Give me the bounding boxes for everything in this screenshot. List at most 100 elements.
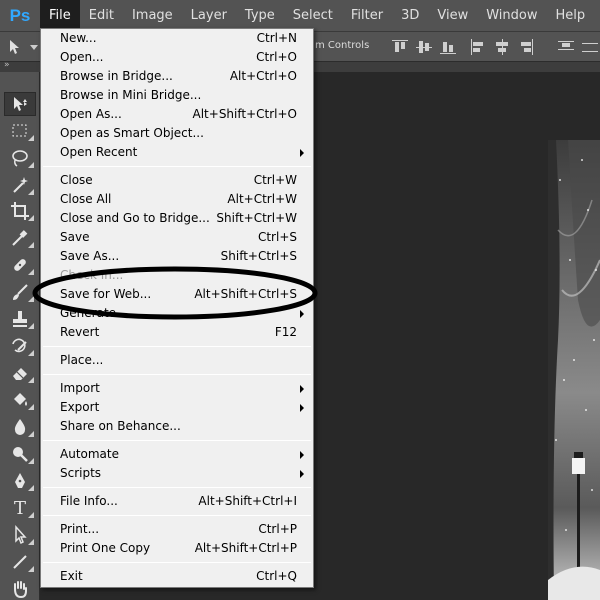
submenu-arrow-icon [300, 470, 304, 478]
menu-file[interactable]: File [40, 0, 80, 32]
submenu-arrow-icon [300, 404, 304, 412]
menu-item-print[interactable]: Print... Ctrl+P [41, 520, 313, 539]
menu-item-browse-in-mini-bridge[interactable]: Browse in Mini Bridge... [41, 86, 313, 105]
menu-window[interactable]: Window [477, 0, 546, 32]
move-tool-icon [10, 40, 19, 54]
history-brush-tool[interactable] [4, 334, 36, 358]
dodge-tool[interactable] [4, 442, 36, 466]
menu-item-label: Print... [60, 522, 100, 536]
pen-tool[interactable] [4, 469, 36, 493]
menu-item-shortcut: Alt+Shift+Ctrl+P [194, 541, 297, 555]
blur-tool[interactable] [4, 415, 36, 439]
menu-item-close[interactable]: Close Ctrl+W [41, 171, 313, 190]
menu-item-close-and-go-to-bridge[interactable]: Close and Go to Bridge... Shift+Ctrl+W [41, 209, 313, 228]
tool-preset-picker[interactable] [6, 37, 38, 57]
clone-stamp-tool[interactable] [4, 307, 36, 331]
menu-item-label: Save As... [60, 249, 120, 263]
menu-filter[interactable]: Filter [342, 0, 392, 32]
menu-item-open[interactable]: Open... Ctrl+O [41, 48, 313, 67]
distribute-vcenter-icon[interactable] [582, 39, 598, 55]
menu-item-open-as-smart-object[interactable]: Open as Smart Object... [41, 124, 313, 143]
menu-item-label: Place... [60, 353, 104, 367]
align-horizontal-center-icon[interactable] [494, 39, 510, 55]
menu-item-label: Print One Copy [60, 541, 151, 555]
brush-tool[interactable] [4, 280, 36, 304]
menu-item-generate[interactable]: Generate [41, 304, 313, 323]
align-left-icon[interactable] [470, 39, 486, 55]
show-transform-controls-label[interactable]: m Controls [315, 40, 369, 51]
menu-item-label: Import [60, 381, 100, 395]
menu-item-label: Automate [60, 447, 119, 461]
lasso-tool[interactable] [4, 146, 36, 170]
menu-item-revert[interactable]: Revert F12 [41, 323, 313, 342]
crop-tool[interactable] [4, 199, 36, 223]
menu-item-import[interactable]: Import [41, 379, 313, 398]
menu-select[interactable]: Select [284, 0, 342, 32]
type-icon: T [13, 497, 26, 519]
menu-item-print-one-copy[interactable]: Print One Copy Alt+Shift+Ctrl+P [41, 539, 313, 558]
move-tool-icon [14, 97, 27, 111]
bandage-icon [14, 259, 26, 271]
menu-item-label: Export [60, 400, 100, 414]
marquee-tool[interactable] [4, 119, 36, 143]
paint-bucket-tool[interactable] [4, 388, 36, 412]
magic-wand-icon [13, 177, 28, 193]
menu-separator [43, 346, 311, 347]
line-tool[interactable] [4, 550, 36, 574]
menu-item-new[interactable]: New... Ctrl+N [41, 29, 313, 48]
move-tool[interactable] [4, 92, 36, 116]
healing-brush-tool[interactable] [4, 253, 36, 277]
menu-item-shortcut: Ctrl+W [253, 173, 297, 187]
lasso-icon [12, 150, 28, 167]
type-tool[interactable]: T [4, 496, 36, 520]
align-bottom-icon[interactable] [440, 39, 456, 55]
menu-item-check-in: Check In... [41, 266, 313, 285]
menu-item-save-for-web[interactable]: Save for Web... Alt+Shift+Ctrl+S [41, 285, 313, 304]
menu-item-shortcut: Alt+Shift+Ctrl+I [198, 494, 297, 508]
menu-separator [43, 515, 311, 516]
hand-icon [14, 581, 27, 599]
paint-bucket-icon [14, 393, 27, 406]
menu-item-file-info[interactable]: File Info... Alt+Shift+Ctrl+I [41, 492, 313, 511]
menu-item-label: Scripts [60, 466, 102, 480]
distribute-top-icon[interactable] [558, 39, 574, 55]
chevron-down-icon [30, 45, 38, 50]
menu-item-label: Open Recent [60, 145, 138, 159]
align-vertical-center-icon[interactable] [416, 39, 432, 55]
menu-item-close-all[interactable]: Close All Alt+Ctrl+W [41, 190, 313, 209]
menu-item-open-recent[interactable]: Open Recent [41, 143, 313, 162]
eyedropper-icon [12, 230, 28, 246]
menu-item-open-as[interactable]: Open As... Alt+Shift+Ctrl+O [41, 105, 313, 124]
stamp-icon [13, 311, 27, 327]
menu-item-label: Open... [60, 50, 104, 64]
menu-item-place[interactable]: Place... [41, 351, 313, 370]
menu-item-shortcut: Ctrl+P [258, 522, 297, 536]
align-top-icon[interactable] [392, 39, 408, 55]
menu-item-label: Generate [60, 306, 117, 320]
menu-edit[interactable]: Edit [80, 0, 123, 32]
menu-item-scripts[interactable]: Scripts [41, 464, 313, 483]
menu-item-exit[interactable]: Exit Ctrl+Q [41, 567, 313, 586]
menu-view[interactable]: View [428, 0, 477, 32]
menu-item-save[interactable]: Save Ctrl+S [41, 228, 313, 247]
menu-separator [43, 166, 311, 167]
eyedropper-tool[interactable] [4, 226, 36, 250]
document-image [548, 140, 600, 600]
magic-wand-tool[interactable] [4, 173, 36, 197]
collapse-panel-icon[interactable]: » [4, 60, 10, 70]
hand-tool[interactable] [4, 577, 36, 600]
menu-item-automate[interactable]: Automate [41, 445, 313, 464]
menu-item-save-as[interactable]: Save As... Shift+Ctrl+S [41, 247, 313, 266]
align-right-icon[interactable] [518, 39, 534, 55]
menu-image[interactable]: Image [123, 0, 182, 32]
menu-item-share-on-behance[interactable]: Share on Behance... [41, 417, 313, 436]
menu-layer[interactable]: Layer [182, 0, 236, 32]
menu-type[interactable]: Type [236, 0, 284, 32]
menu-item-browse-in-bridge[interactable]: Browse in Bridge... Alt+Ctrl+O [41, 67, 313, 86]
menu-item-export[interactable]: Export [41, 398, 313, 417]
menu-help[interactable]: Help [547, 0, 595, 32]
path-selection-tool[interactable] [4, 523, 36, 547]
menu-3d[interactable]: 3D [392, 0, 428, 32]
menu-item-label: Open as Smart Object... [60, 126, 204, 140]
eraser-tool[interactable] [4, 361, 36, 385]
